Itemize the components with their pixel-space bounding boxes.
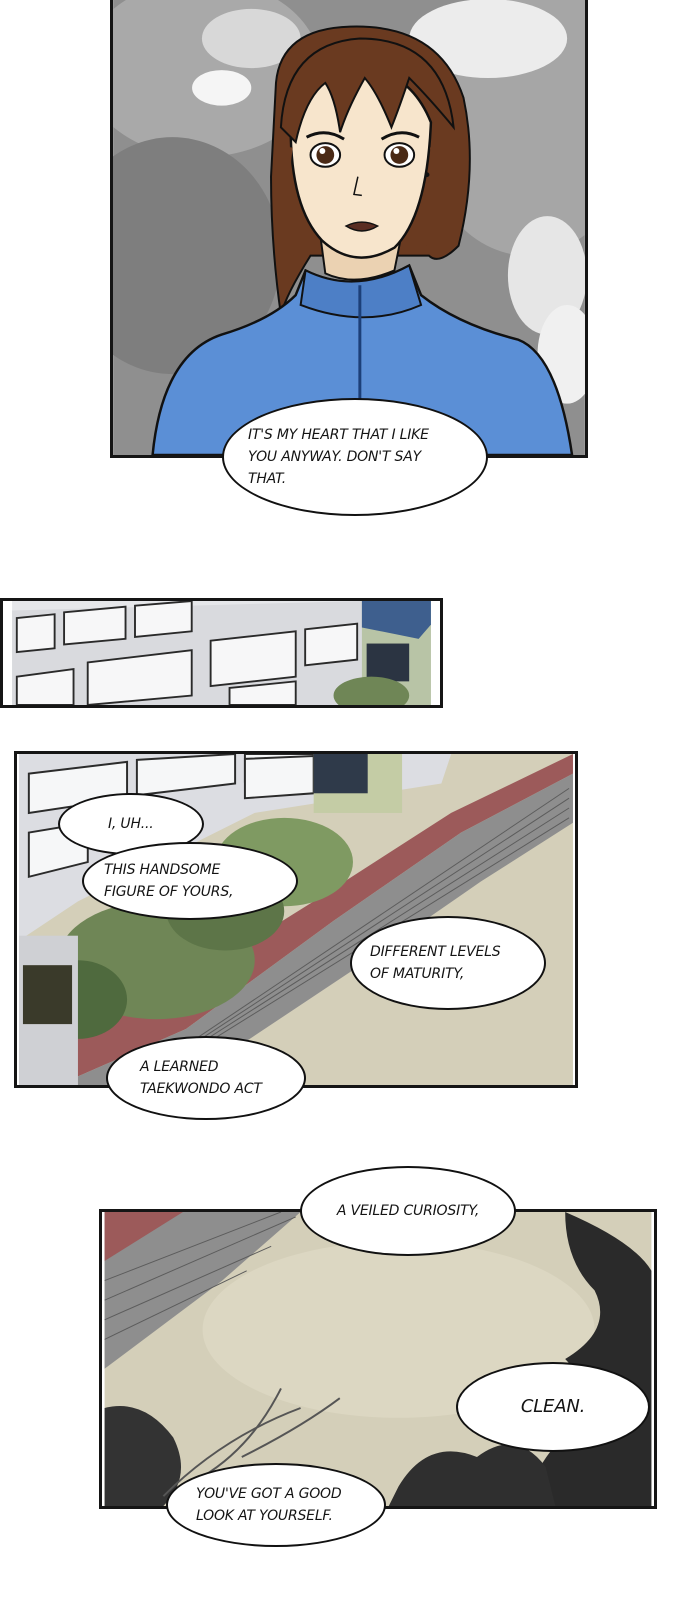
panel-building-strip <box>0 598 443 708</box>
bubble-text-clean: CLEAN. <box>520 1396 586 1417</box>
speech-bubble-maturity: DIFFERENT LEVELS OF MATURITY, <box>350 916 546 1010</box>
courtyard-ground-art <box>104 1212 652 1506</box>
bubble-text-handsome: THIS HANDSOME FIGURE OF YOURS, <box>104 862 234 900</box>
bubble-text-maturity: DIFFERENT LEVELS OF MATURITY, <box>370 944 501 982</box>
bubble-text-curiosity: A VEILED CURIOSITY, <box>336 1203 480 1219</box>
panel-girl-closeup <box>110 0 588 458</box>
speech-bubble-look: YOU'VE GOT A GOOD LOOK AT YOURSELF. <box>166 1463 386 1547</box>
bubble-text-uh: I, UH... <box>108 816 154 832</box>
speech-bubble-handsome: THIS HANDSOME FIGURE OF YOURS, <box>82 842 298 920</box>
speech-bubble-heart: IT'S MY HEART THAT I LIKE YOU ANYWAY. DO… <box>222 398 488 516</box>
speech-bubble-taekwondo: A LEARNED TAEKWONDO ACT <box>106 1036 306 1120</box>
bubble-text-look: YOU'VE GOT A GOOD LOOK AT YOURSELF. <box>196 1486 342 1524</box>
bubble-text-taekwondo: A LEARNED TAEKWONDO ACT <box>140 1059 262 1097</box>
building-strip-art <box>12 601 431 705</box>
girl-closeup-art <box>113 0 585 455</box>
speech-bubble-clean: CLEAN. <box>456 1362 650 1452</box>
bubble-text-heart: IT'S MY HEART THAT I LIKE YOU ANYWAY. DO… <box>248 427 429 487</box>
speech-bubble-curiosity: A VEILED CURIOSITY, <box>300 1166 516 1256</box>
